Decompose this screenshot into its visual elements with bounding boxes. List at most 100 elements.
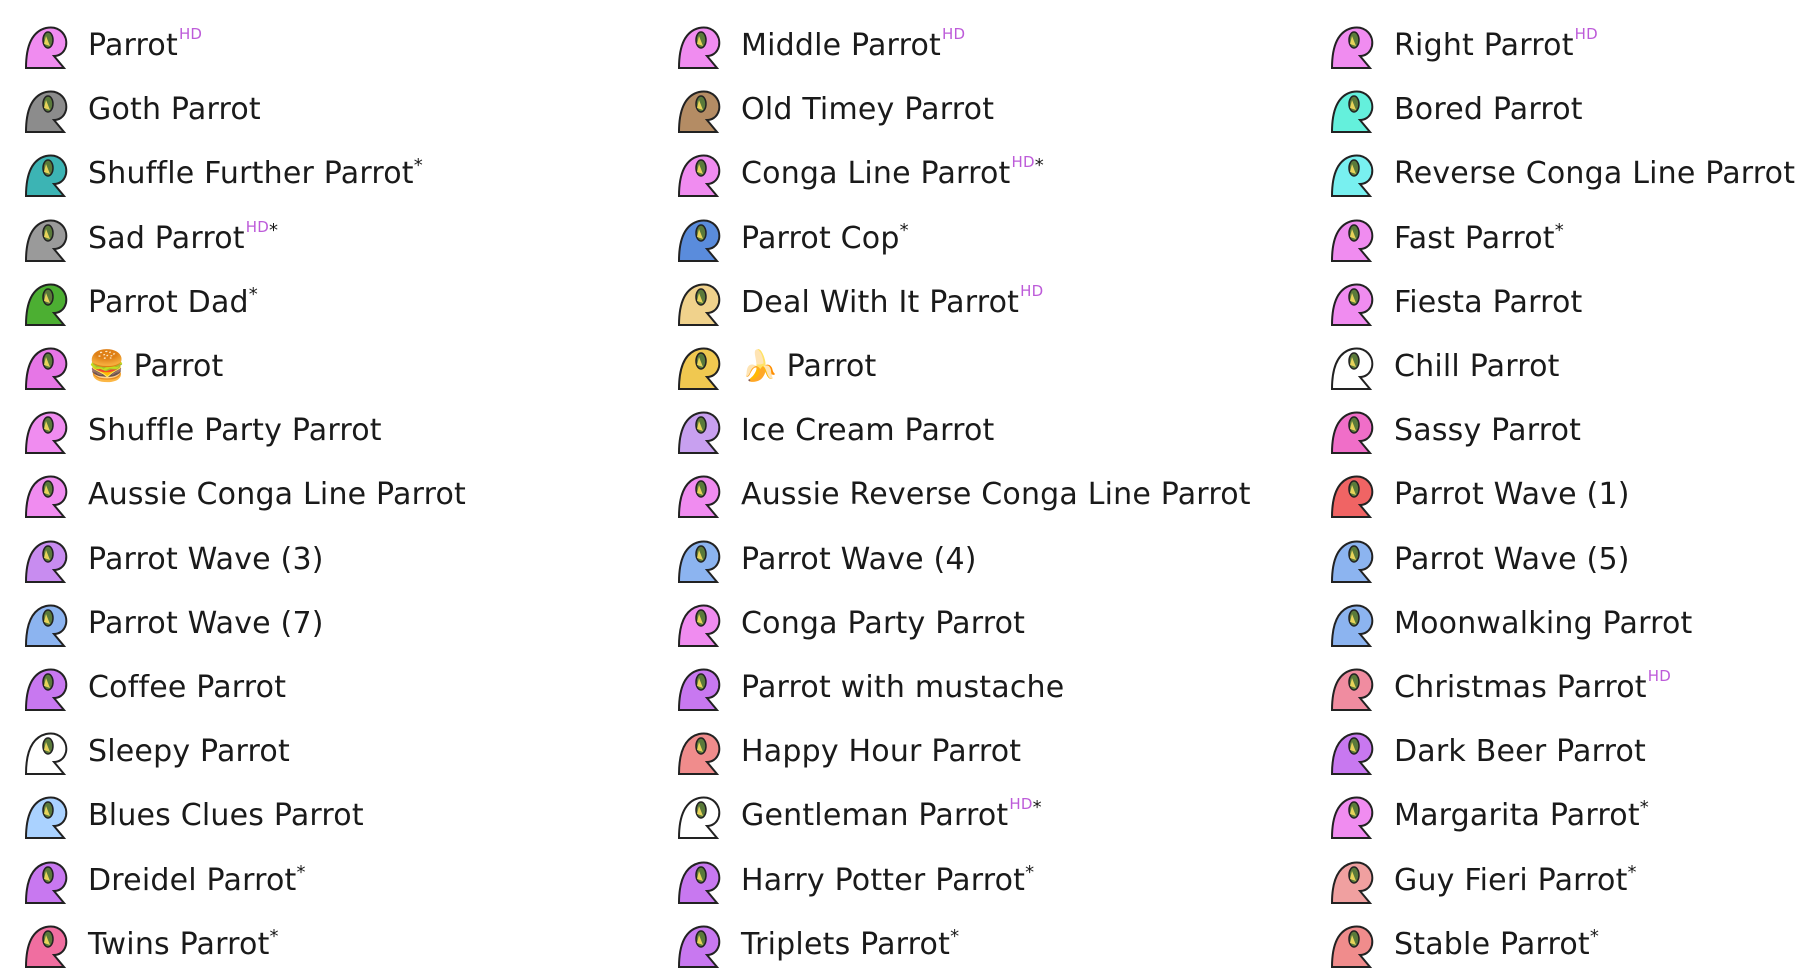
parrot-item[interactable]: Gentleman ParrotHD* (673, 784, 1251, 848)
parrot-name: Harry Potter Parrot* (741, 862, 1034, 898)
parrot-item[interactable]: Parrot Wave (1) (1326, 463, 1795, 527)
parrot-name: Stable Parrot* (1394, 926, 1599, 962)
parrot-label: Harry Potter Parrot (741, 862, 1026, 898)
parrot-item[interactable]: Moonwalking Parrot (1326, 592, 1795, 656)
parrot-label: Twins Parrot (88, 926, 270, 962)
parrot-name: Parrot Wave (3) (88, 541, 324, 577)
parrot-name: Parrot with mustache (741, 669, 1065, 705)
banana-parrot-icon (673, 341, 731, 393)
asterisk-marker: * (950, 925, 960, 947)
fiesta-parrot-icon (1326, 277, 1384, 329)
parrot-item[interactable]: 🍌 Parrot (673, 335, 1251, 399)
parrot-item[interactable]: Parrot Wave (7) (20, 592, 466, 656)
parrot-name: Parrot Wave (1) (1394, 480, 1630, 510)
parrot-item[interactable]: ParrotHD (20, 14, 466, 78)
parrot-label: Coffee Parrot (88, 669, 287, 705)
parrot-item[interactable]: Chill Parrot (1326, 335, 1795, 399)
parrot-item[interactable]: Old Timey Parrot (673, 78, 1251, 142)
parrot-item[interactable]: Fast Parrot* (1326, 207, 1795, 271)
sassy-parrot-icon (1326, 405, 1384, 457)
parrot-name: Old Timey Parrot (741, 95, 994, 125)
parrot-item[interactable]: Ice Cream Parrot (673, 399, 1251, 463)
parrot-grid: ParrotHD Goth Parrot Shuffle Further Parro… (0, 0, 1818, 968)
parrot-item[interactable]: Shuffle Party Parrot (20, 399, 466, 463)
parrot-item[interactable]: Parrot Wave (4) (673, 528, 1251, 592)
parrot-name: Parrot Dad* (88, 285, 258, 318)
parrot-name: Gentleman ParrotHD* (741, 797, 1042, 831)
parrot-item[interactable]: Harry Potter Parrot* (673, 848, 1251, 912)
parrot-name: Conga Party Parrot (741, 608, 1025, 639)
parrot-item[interactable]: Triplets Parrot* (673, 913, 1251, 977)
parrot-label: Fast Parrot (1394, 220, 1555, 256)
parrot-name: Guy Fieri Parrot* (1394, 863, 1637, 896)
parrot-item[interactable]: Parrot with mustache (673, 656, 1251, 720)
asterisk-marker: * (413, 155, 423, 177)
parrot-item[interactable]: Bored Parrot (1326, 78, 1795, 142)
parrot-wave-3-icon (20, 534, 78, 586)
parrot-label: Aussie Reverse Conga Line Parrot (741, 477, 1251, 513)
parrot-item[interactable]: Shuffle Further Parrot* (20, 142, 466, 206)
parrot-item[interactable]: Aussie Conga Line Parrot (20, 463, 466, 527)
parrot-label: Shuffle Party Parrot (88, 413, 382, 449)
parrot-item[interactable]: Deal With It ParrotHD (673, 271, 1251, 335)
shuffle-further-parrot-icon (20, 148, 78, 200)
parrot-name: Deal With It ParrotHD (741, 283, 1043, 318)
parrot-with-mustache-icon (673, 662, 731, 714)
hd-badge: HD (941, 25, 966, 44)
parrot-item[interactable]: Reverse Conga Line Parrot (1326, 142, 1795, 206)
parrot-item[interactable]: 🍔 Parrot (20, 335, 466, 399)
parrot-item[interactable]: Sleepy Parrot (20, 720, 466, 784)
parrot-label: Parrot (88, 28, 178, 64)
asterisk-marker: * (296, 861, 306, 883)
parrot-item[interactable]: Stable Parrot* (1326, 913, 1795, 977)
parrot-item[interactable]: Parrot Wave (5) (1326, 528, 1795, 592)
parrot-cop-icon (673, 213, 731, 265)
parrot-label: Parrot Cop (741, 220, 900, 256)
parrot-item[interactable]: Parrot Dad* (20, 271, 466, 335)
parrot-item[interactable]: Middle ParrotHD (673, 14, 1251, 78)
parrot-name: Margarita Parrot* (1394, 798, 1649, 834)
parrot-item[interactable]: Right ParrotHD (1326, 14, 1795, 78)
parrot-item[interactable]: Fiesta Parrot (1326, 271, 1795, 335)
margarita-parrot-icon (1326, 790, 1384, 842)
shuffle-party-parrot-icon (20, 405, 78, 457)
parrot-item[interactable]: Christmas ParrotHD (1326, 656, 1795, 720)
parrot-name: Parrot Wave (5) (1394, 544, 1630, 575)
parrot-item[interactable]: Coffee Parrot (20, 656, 466, 720)
parrot-name: 🍔 Parrot (88, 352, 224, 382)
parrot-name: Sad ParrotHD* (88, 219, 278, 254)
parrot-item[interactable]: Conga Party Parrot (673, 592, 1251, 656)
parrot-label: Parrot (786, 349, 877, 385)
parrot-item[interactable]: Sassy Parrot (1326, 399, 1795, 463)
emoji-prefix: 🍔 (88, 349, 126, 385)
parrot-wave-4-icon (673, 534, 731, 586)
parrot-label: Middle Parrot (741, 28, 941, 64)
parrot-name: Shuffle Party Parrot (88, 416, 382, 446)
ice-cream-parrot-icon (673, 405, 731, 457)
parrot-name: 🍌 Parrot (741, 352, 877, 382)
parrot-item[interactable]: Dreidel Parrot* (20, 848, 466, 912)
parrot-item[interactable]: Guy Fieri Parrot* (1326, 848, 1795, 912)
parrot-item[interactable]: Parrot Wave (3) (20, 528, 466, 592)
parrot-label: Parrot with mustache (741, 669, 1065, 705)
parrot-item[interactable]: Sad ParrotHD* (20, 207, 466, 271)
parrot-item[interactable]: Parrot Cop* (673, 207, 1251, 271)
parrot-label: Parrot (133, 349, 224, 385)
parrot-item[interactable]: Goth Parrot (20, 78, 466, 142)
parrot-item[interactable]: Conga Line ParrotHD* (673, 142, 1251, 206)
parrot-item[interactable]: Happy Hour Parrot (673, 720, 1251, 784)
parrot-name: Aussie Reverse Conga Line Parrot (741, 480, 1251, 510)
parrot-item[interactable]: Twins Parrot* (20, 913, 466, 977)
middle-parrot-icon (673, 20, 731, 72)
parrot-label: Bored Parrot (1394, 92, 1583, 128)
parrot-item[interactable]: Margarita Parrot* (1326, 784, 1795, 848)
parrot-label: Margarita Parrot (1394, 798, 1640, 834)
parrot-item[interactable]: Aussie Reverse Conga Line Parrot (673, 463, 1251, 527)
reverse-conga-line-parrot-icon (1326, 148, 1384, 200)
chill-parrot-icon (1326, 341, 1384, 393)
parrot-item[interactable]: Blues Clues Parrot (20, 784, 466, 848)
parrot-label: Stable Parrot (1394, 926, 1590, 962)
parrot-label: Goth Parrot (88, 92, 261, 128)
parrot-label: Parrot Wave (3) (88, 541, 324, 577)
parrot-item[interactable]: Dark Beer Parrot (1326, 720, 1795, 784)
